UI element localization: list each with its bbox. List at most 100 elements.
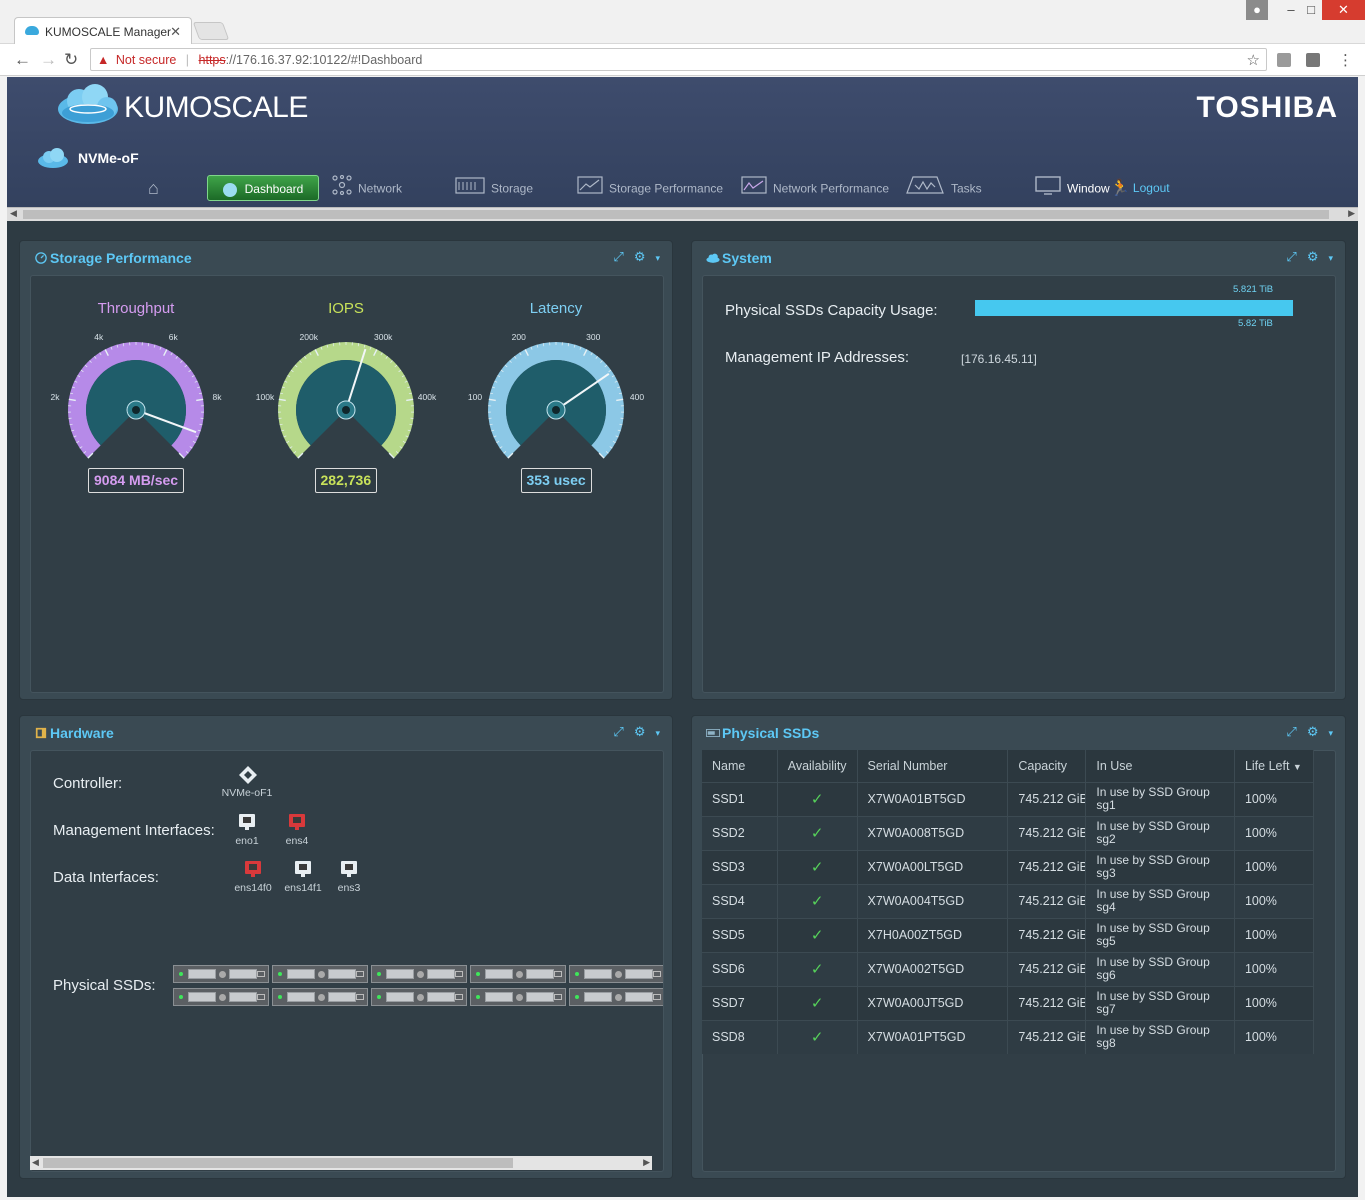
drive-bay	[229, 992, 257, 1002]
horizontal-scrollbar[interactable]: ◀ ▶	[7, 207, 1358, 221]
scrollbar-thumb[interactable]	[43, 1158, 513, 1168]
tab-title: KUMOSCALE Manager	[45, 25, 172, 39]
expand-icon[interactable]: ⤢	[613, 249, 633, 264]
ssd-bay[interactable]	[173, 965, 269, 983]
table-row[interactable]: SSD2 ✓ X7W0A008T5GD 745.212 GiB In use by SS…	[702, 815, 1315, 850]
back-arrow-icon[interactable]: ←	[14, 50, 31, 70]
column-header-in-use[interactable]: In Use	[1085, 750, 1235, 782]
url-input[interactable]: ▲ Not secure | https://176.16.37.92:1012…	[90, 48, 1267, 71]
drive-tag-icon	[653, 994, 661, 1000]
column-header-capacity[interactable]: Capacity	[1007, 750, 1087, 782]
gear-icon[interactable]: ⚙	[1307, 249, 1329, 264]
drive-bay	[526, 969, 554, 979]
ssd-serial: X7W0A00JT5GD	[857, 985, 1009, 1020]
ssd-serial: X7W0A01BT5GD	[857, 781, 1009, 816]
chevron-down-icon[interactable]: ▾	[655, 728, 660, 738]
ssd-name: SSD6	[702, 951, 778, 986]
ssd-bay[interactable]	[470, 988, 566, 1006]
controller-device[interactable]: NVMe-oF1	[217, 765, 277, 799]
ssd-bay[interactable]	[569, 988, 663, 1006]
sort-descending-icon[interactable]: ▼	[1293, 762, 1302, 772]
storage-icon	[455, 175, 485, 204]
table-row[interactable]: SSD6 ✓ X7W0A002T5GD 745.212 GiB In use by SS…	[702, 951, 1315, 986]
extension-icon[interactable]	[1277, 53, 1291, 67]
new-tab-button[interactable]	[192, 22, 230, 40]
column-header-name[interactable]: Name	[702, 750, 778, 782]
ssd-bay[interactable]	[371, 988, 467, 1006]
main-nav: ⌂ Dashboard Network Storage Storage Perf…	[7, 173, 1358, 203]
gauge-dial: 02k4k6k8k10k	[51, 332, 222, 459]
window-close-button[interactable]: ✕	[1322, 0, 1365, 20]
gauge-tick-label: 6k	[169, 332, 179, 342]
nav-logout[interactable]: 🏃 Logout	[1110, 175, 1170, 201]
ssd-bay[interactable]	[569, 965, 663, 983]
table-row[interactable]: SSD3 ✓ X7W0A00LT5GD 745.212 GiB In use by SS…	[702, 849, 1315, 884]
nav-storage[interactable]: Storage	[455, 175, 533, 201]
nav-window[interactable]: Window	[1035, 175, 1110, 201]
bookmark-star-icon[interactable]: ☆	[1247, 51, 1260, 69]
table-row[interactable]: SSD1 ✓ X7W0A01BT5GD 745.212 GiB In use by SS…	[702, 781, 1315, 816]
network-interface-ens3[interactable]: ens3	[319, 860, 379, 894]
ssd-bay[interactable]	[470, 965, 566, 983]
chevron-down-icon[interactable]: ▾	[655, 253, 660, 263]
drive-bay	[526, 992, 554, 1002]
column-header-serial[interactable]: Serial Number	[857, 750, 1009, 782]
drive-latch-icon	[219, 971, 226, 978]
ssd-bay[interactable]	[272, 965, 368, 983]
nav-network-performance[interactable]: Network Performance	[741, 175, 889, 201]
chevron-down-icon[interactable]: ▾	[1328, 728, 1333, 738]
horizontal-scrollbar[interactable]: ◀ ▶	[30, 1156, 652, 1170]
scroll-left-icon[interactable]: ◀	[10, 208, 17, 219]
ssd-bay[interactable]	[272, 988, 368, 1006]
column-header-life-left[interactable]: Life Left ▼	[1234, 750, 1315, 782]
table-row[interactable]: SSD4 ✓ X7W0A004T5GD 745.212 GiB In use by SS…	[702, 883, 1315, 918]
app-logo-text: KUMOSCALE	[124, 91, 308, 124]
scroll-right-icon[interactable]: ▶	[643, 1157, 650, 1168]
gear-icon[interactable]: ⚙	[634, 724, 656, 739]
gauges-area: Throughput02k4k6k8k10k9084 MB/secIOPS010…	[30, 275, 664, 693]
nav-network[interactable]: Network	[332, 174, 402, 201]
mgmt-ip-label: Management IP Addresses:	[725, 349, 909, 366]
browser-tab[interactable]: KUMOSCALE Manager ✕	[14, 17, 192, 44]
expand-icon[interactable]: ⤢	[613, 724, 633, 739]
home-icon[interactable]: ⌂	[148, 175, 159, 201]
reload-icon[interactable]: ↻	[64, 50, 78, 70]
forward-arrow-icon[interactable]: →	[40, 50, 57, 70]
nav-storage-performance[interactable]: Storage Performance	[577, 175, 723, 201]
security-label[interactable]: Not secure	[116, 53, 176, 67]
column-header-availability[interactable]: Availability	[777, 750, 858, 782]
extension-icon[interactable]	[1306, 53, 1320, 67]
gauge-hub-center	[342, 406, 350, 414]
scrollbar-thumb[interactable]	[23, 210, 1329, 219]
more-menu-icon[interactable]: ⋮	[1338, 51, 1353, 69]
table-row[interactable]: SSD8 ✓ X7W0A01PT5GD 745.212 GiB In use by SS…	[702, 1019, 1315, 1054]
drive-bay	[485, 992, 513, 1002]
ssd-name: SSD3	[702, 849, 778, 884]
table-row[interactable]: SSD5 ✓ X7H0A00ZT5GD 745.212 GiB In use by SS…	[702, 917, 1315, 952]
panel-tools: ⤢⚙▾	[1286, 724, 1333, 740]
status-led-icon	[278, 972, 282, 976]
chevron-down-icon[interactable]: ▾	[1328, 253, 1333, 263]
close-icon[interactable]: ✕	[170, 24, 181, 40]
nav-tasks[interactable]: Tasks	[905, 175, 982, 201]
drive-bay	[328, 992, 356, 1002]
gear-icon[interactable]: ⚙	[634, 249, 656, 264]
gear-icon[interactable]: ⚙	[1307, 724, 1329, 739]
subsystem-name[interactable]: NVMe-oF	[78, 150, 139, 166]
expand-icon[interactable]: ⤢	[1286, 249, 1306, 264]
ssd-name: SSD2	[702, 815, 778, 850]
user-icon[interactable]: ●	[1246, 0, 1268, 20]
ssd-in-use: In use by SSD Group sg1	[1085, 781, 1235, 816]
nav-dashboard[interactable]: Dashboard	[207, 175, 319, 201]
expand-icon[interactable]: ⤢	[1286, 724, 1306, 739]
cloud-icon	[38, 148, 68, 168]
status-led-icon	[377, 995, 381, 999]
ssd-bay[interactable]	[173, 988, 269, 1006]
ssd-bay[interactable]	[371, 965, 467, 983]
network-interface-ens4[interactable]: ens4	[267, 813, 327, 847]
scroll-right-icon[interactable]: ▶	[1348, 208, 1355, 219]
ssd-capacity: 745.212 GiB	[1007, 951, 1087, 986]
ssd-life-left: 100%	[1234, 815, 1315, 850]
scroll-left-icon[interactable]: ◀	[32, 1157, 39, 1168]
table-row[interactable]: SSD7 ✓ X7W0A00JT5GD 745.212 GiB In use by SS…	[702, 985, 1315, 1020]
